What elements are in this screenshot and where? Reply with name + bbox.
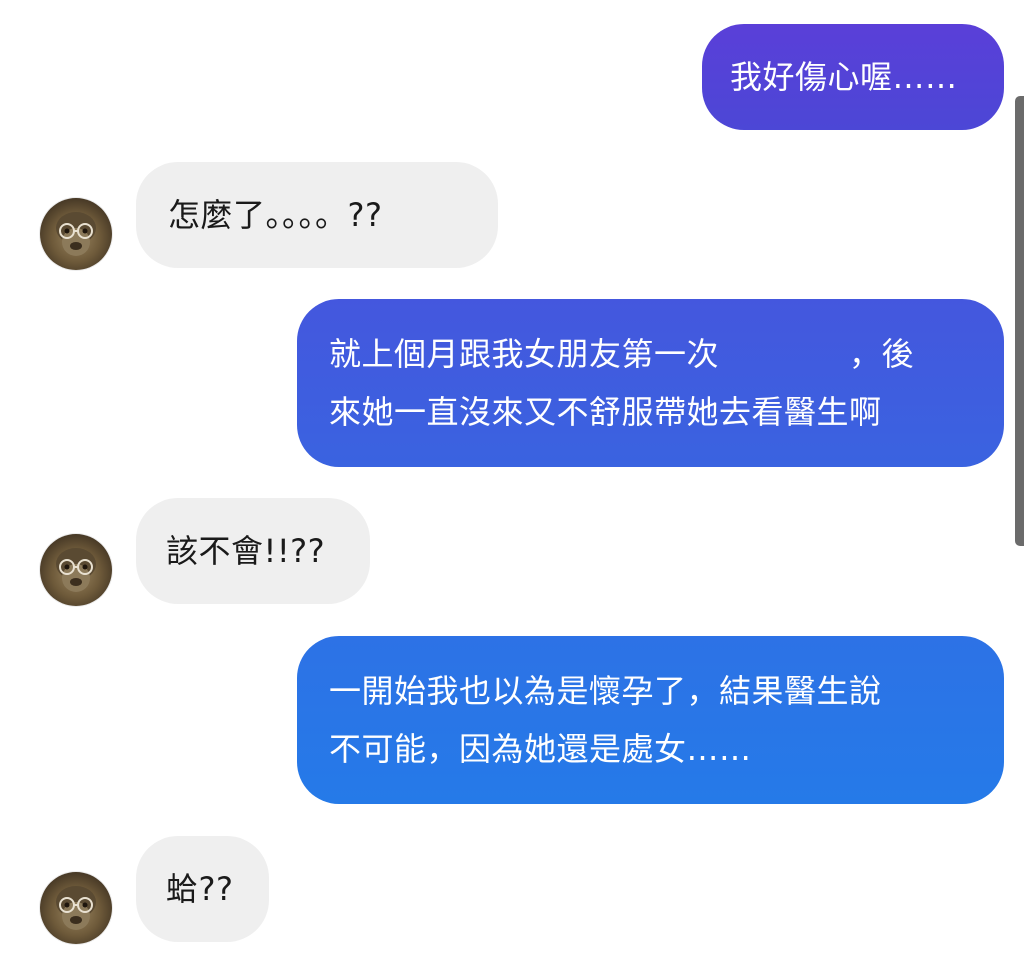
monkey-face-icon [56,212,96,256]
outgoing-message-bubble[interactable]: 我好傷心喔…… [702,24,1004,130]
contact-avatar[interactable] [40,198,112,270]
outgoing-message-bubble[interactable]: 就上個月跟我女朋友第一次 ，後 來她一直沒來又不舒服帶她去看醫生啊 [297,299,1004,467]
monkey-face-icon [56,886,96,930]
scrollbar-thumb[interactable] [1015,96,1024,546]
contact-avatar[interactable] [40,534,112,606]
monkey-face-icon [56,548,96,592]
incoming-message-bubble[interactable]: 蛤?? [136,836,269,942]
incoming-message-bubble[interactable]: 該不會!!?? [136,498,370,604]
outgoing-message-bubble[interactable]: 一開始我也以為是懷孕了，結果醫生說 不可能，因為她還是處女…… [297,636,1004,804]
incoming-message-bubble[interactable]: 怎麼了。。。。?? [136,162,498,268]
contact-avatar[interactable] [40,872,112,944]
